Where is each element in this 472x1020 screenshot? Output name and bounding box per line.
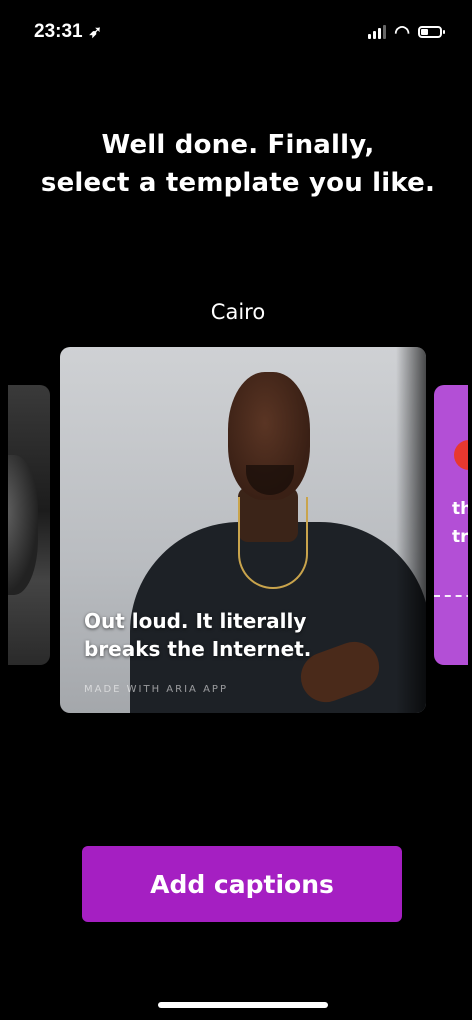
template-name: Cairo bbox=[210, 300, 266, 324]
status-time: 23:31 bbox=[34, 21, 83, 42]
template-card-next[interactable]: th tr bbox=[434, 385, 468, 665]
location-arrow-icon: ➶ bbox=[88, 24, 103, 41]
caption-line-1: Out loud. It literally bbox=[84, 609, 307, 633]
person-thumbnail bbox=[8, 455, 38, 595]
battery-icon bbox=[418, 26, 445, 38]
watermark: MADE WITH ARIA APP bbox=[84, 684, 228, 695]
app-screen: 23:31 ➶ ◠ Well done. Finally, select a t… bbox=[8, 0, 468, 1020]
wifi-icon: ◠ bbox=[394, 22, 410, 42]
caption-line-2: breaks the Internet. bbox=[84, 637, 312, 661]
next-card-text: th tr bbox=[452, 495, 468, 551]
waveform-icon bbox=[434, 595, 468, 613]
title-line-1: Well done. Finally, bbox=[101, 130, 375, 160]
person-chain bbox=[238, 497, 308, 589]
status-right: ◠ bbox=[368, 22, 445, 42]
template-card-previous[interactable] bbox=[8, 385, 50, 665]
signal-icon bbox=[368, 25, 387, 39]
next-card-line-1: th bbox=[452, 499, 468, 519]
next-card-line-2: tr bbox=[452, 527, 468, 547]
page-title: Well done. Finally, select a template yo… bbox=[8, 126, 468, 202]
card-shadow bbox=[396, 347, 426, 713]
add-captions-button[interactable]: Add captions bbox=[82, 846, 402, 922]
emoji-icon bbox=[454, 440, 468, 470]
caption-preview: Out loud. It literally breaks the Intern… bbox=[84, 607, 311, 663]
template-card-selected[interactable]: Out loud. It literally breaks the Intern… bbox=[60, 347, 426, 713]
title-line-2: select a template you like. bbox=[40, 168, 436, 198]
home-indicator[interactable] bbox=[158, 1002, 328, 1008]
status-left: 23:31 ➶ bbox=[34, 21, 102, 43]
status-bar: 23:31 ➶ ◠ bbox=[34, 20, 445, 44]
